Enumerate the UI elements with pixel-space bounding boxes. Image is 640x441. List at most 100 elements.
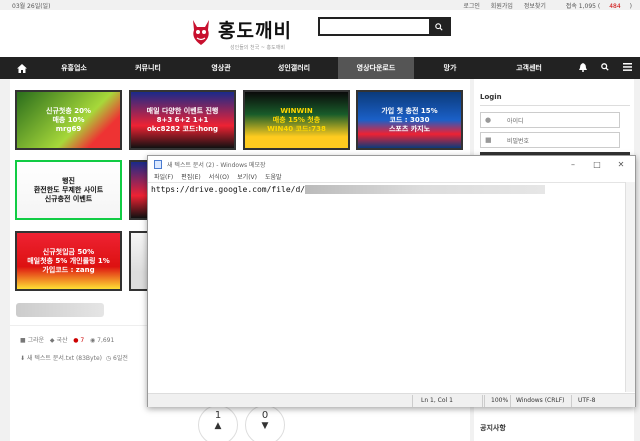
notice-title: 공지사항 (480, 424, 506, 432)
menu-icon[interactable] (623, 63, 632, 73)
tag-icon: ◆ (49, 337, 55, 344)
cursor-position: Ln 1, Col 1 (421, 397, 453, 404)
ad-banner-2[interactable]: 매일 다양한 이벤트 진행 8+3 6+2 1+1 okc8282 코드:hon… (129, 90, 236, 150)
banner-text: WINWIN (280, 106, 313, 115)
banner-text: mrg69 (55, 124, 82, 133)
find-info-link[interactable]: 정보찾기 (524, 3, 546, 10)
logo-tagline: 성인들의 천국 ~ 홍도깨비 (230, 45, 285, 51)
banner-text: 가입코드 : zang (42, 265, 95, 274)
notepad-window: 새 텍스트 문서 (2) - Windows 메모장 – □ ✕ 파일(F) 편… (147, 155, 636, 407)
maximize-icon[interactable]: □ (585, 156, 609, 172)
banner-text: 신규충전 이벤트 (44, 194, 93, 203)
banner-text: 매일 다양한 이벤트 진행 (146, 106, 219, 115)
banner-text: 8+3 6+2 1+1 (156, 115, 209, 124)
nav-item-video-download[interactable]: 영상다운로드 (338, 57, 414, 79)
post-date: 6일전 (113, 355, 128, 362)
banner-text: 신규첫충 20% (46, 106, 91, 115)
notepad-menu-bar: 파일(F) 편집(E) 서식(O) 보기(V) 도움말 (148, 172, 635, 182)
thumbs-up-icon: ▲ (214, 421, 222, 431)
notepad-icon (154, 159, 162, 169)
view-count: 7,691 (97, 337, 115, 344)
author-icon: ■ (20, 337, 26, 344)
notepad-text-area[interactable]: https://drive.google.com/file/d/ (148, 182, 626, 392)
browser-page: 03월 26일(일) 로그인 회원가입 정보찾기 접속 1,095 (484) … (0, 0, 640, 441)
thumbs-down-icon: ▼ (261, 421, 269, 431)
banner-text: 매일첫충 5% 개인롤링 1% (27, 256, 110, 265)
attachment-row: ⬇ 새 텍스트 문서.txt (83Byte) ◷ 6일전 (20, 353, 128, 362)
status-separator (412, 395, 413, 407)
line-ending: Windows (CRLF) (516, 397, 565, 404)
login-link[interactable]: 로그인 (463, 3, 480, 10)
ad-banner-7[interactable]: 신규첫입금 50% 매일첫충 5% 개인롤링 1% 가입코드 : zang (15, 231, 122, 291)
notepad-content: https://drive.google.com/file/d/ (151, 185, 306, 194)
top-links: 로그인 회원가입 정보찾기 접속 1,095 (484) (454, 1, 632, 10)
search-icon[interactable] (601, 63, 609, 73)
nav-item-video[interactable]: 영상관 (192, 57, 250, 79)
menu-help[interactable]: 도움말 (265, 172, 282, 182)
menu-file[interactable]: 파일(F) (154, 172, 173, 182)
bell-icon[interactable] (579, 62, 587, 74)
menu-edit[interactable]: 편집(E) (181, 172, 201, 182)
ad-banner-6-partial[interactable] (129, 160, 149, 220)
search-button[interactable] (429, 19, 449, 34)
encoding: UTF-8 (578, 397, 596, 404)
home-icon (17, 63, 27, 73)
lock-icon: ■ (485, 136, 492, 144)
close-icon[interactable]: ✕ (609, 156, 633, 172)
eye-icon: ◉ (89, 337, 96, 344)
redacted-text (305, 185, 546, 194)
devil-mask-icon (193, 20, 209, 45)
zoom-level: 100% (491, 397, 509, 404)
clock-icon: ◷ (105, 355, 112, 362)
vertical-scrollbar[interactable] (625, 182, 635, 392)
signup-link[interactable]: 회원가입 (491, 3, 513, 10)
ad-banner-8-partial[interactable] (129, 231, 149, 291)
ad-banner-5[interactable]: 행진 환전한도 무제한 사이트 신규충전 이벤트 (15, 160, 122, 220)
nav-icons (579, 57, 632, 79)
menu-format[interactable]: 서식(O) (209, 172, 229, 182)
site-header: 홍도깨비 성인들의 천국 ~ 홍도깨비 (0, 10, 640, 57)
banner-text: 매충 10% (52, 115, 85, 124)
main-nav: 유흥업소 커뮤니티 영상관 성인갤러리 영상다운로드 망가 고객센터 (0, 57, 640, 79)
blurred-title (16, 303, 104, 317)
login-password-input[interactable]: ■ 비밀번호 (480, 132, 620, 148)
user-icon: ● (485, 116, 492, 124)
nav-item-manga[interactable]: 망가 (414, 57, 486, 79)
date-label: 03월 26일(일) (12, 2, 51, 10)
banner-text: 가입 첫 충전 15% (381, 106, 438, 115)
downvote-button[interactable]: 0 ▼ (245, 405, 285, 441)
site-search-input[interactable] (318, 17, 451, 36)
author-name[interactable]: 그라운 (28, 337, 45, 344)
window-title: 새 텍스트 문서 (2) - Windows 메모장 (167, 161, 266, 169)
site-logo[interactable]: 홍도깨비 성인들의 천국 ~ 홍도깨비 (190, 16, 320, 56)
ad-banner-1[interactable]: 신규첫충 20% 매충 10% mrg69 (15, 90, 122, 150)
visitor-count: 접속 1,095 (484) (565, 2, 632, 10)
search-icon (435, 22, 443, 31)
ad-banner-4[interactable]: 가입 첫 충전 15% 코드 : 3030 스포츠 카지노 (356, 90, 463, 150)
nav-item-community[interactable]: 커뮤니티 (104, 57, 192, 79)
comment-icon: ● (73, 337, 79, 344)
notepad-title-bar[interactable]: 새 텍스트 문서 (2) - Windows 메모장 – □ ✕ (148, 156, 635, 172)
nav-home[interactable] (0, 57, 44, 79)
banner-text: 코드 : 3030 (389, 115, 430, 124)
menu-view[interactable]: 보기(V) (237, 172, 257, 182)
password-placeholder: 비밀번호 (507, 137, 530, 145)
nav-item-gallery[interactable]: 성인갤러리 (250, 57, 338, 79)
nav-item-support[interactable]: 고객센터 (486, 57, 572, 79)
notepad-status-bar: Ln 1, Col 1 100% Windows (CRLF) UTF-8 (148, 393, 635, 407)
login-id-input[interactable]: ● 아이디 (480, 112, 620, 128)
minimize-icon[interactable]: – (561, 156, 585, 172)
banner-text: 신규첫입금 50% (42, 247, 95, 256)
nav-item-entertainment[interactable]: 유흥업소 (44, 57, 104, 79)
banner-text: 행진 (62, 176, 75, 185)
upvote-button[interactable]: 1 ▲ (198, 405, 238, 441)
category-label[interactable]: 국산 (56, 337, 67, 344)
banner-text: 매충 15% 첫충 (272, 115, 321, 124)
id-placeholder: 아이디 (507, 117, 524, 125)
attachment-link[interactable]: 새 텍스트 문서.txt (83Byte) (27, 355, 102, 362)
comment-count: 7 (80, 337, 85, 344)
status-separator (571, 395, 572, 407)
login-title: Login (480, 93, 502, 101)
downvote-count: 0 (261, 410, 269, 421)
ad-banner-3[interactable]: WINWIN 매충 15% 첫충 WIN40 코드:738 (243, 90, 350, 150)
